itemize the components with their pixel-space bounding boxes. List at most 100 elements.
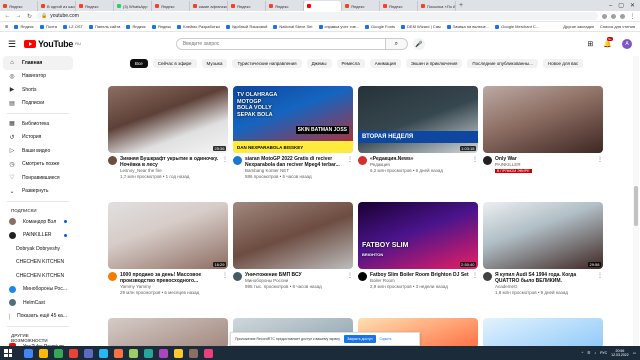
video-card[interactable]: Уничтожение БМП ВСУ Минобороны России 995 … xyxy=(233,202,353,290)
video-title[interactable]: Зимняя Бушкрафт укрытие в одиночку. Ночё… xyxy=(120,156,219,168)
more-actions-icon[interactable]: ⋮ xyxy=(347,156,353,180)
more-actions-icon[interactable]: ⋮ xyxy=(222,272,228,296)
back-icon[interactable]: ← xyxy=(4,13,11,19)
extension-icon[interactable] xyxy=(602,13,607,19)
taskbar-app-icon[interactable] xyxy=(114,348,123,358)
sidebar-item[interactable]: ↺ История xyxy=(3,131,73,145)
subscription-item[interactable]: Показать ещё 45 ка... xyxy=(3,310,73,324)
video-card[interactable]: 25:36 Зимняя Бушкрафт укрытие в одиночку.… xyxy=(108,86,228,180)
minimize-icon[interactable]: – xyxy=(609,3,612,9)
microphone-icon[interactable]: 🎤 xyxy=(412,38,425,50)
forward-icon[interactable]: → xyxy=(15,13,22,19)
more-actions-icon[interactable]: ⋮ xyxy=(597,156,603,174)
video-thumbnail[interactable]: TV OLAHRAGA MOTOGP BOLA VOLLY SEPAK BOLA SKI… xyxy=(233,86,353,153)
video-thumbnail[interactable] xyxy=(233,202,353,269)
bookmark-item[interactable]: Яндекс xyxy=(126,24,146,29)
taskbar-app-icon[interactable] xyxy=(189,348,198,358)
bookmark-item[interactable]: LZ.OST xyxy=(62,24,83,29)
bookmark-item[interactable]: Удобный Языковой xyxy=(225,24,267,29)
bookmark-folder[interactable]: Список для чтения xyxy=(600,24,635,29)
bookmark-item[interactable]: National Steve Set xyxy=(273,24,313,29)
filter-chip[interactable]: Ремесла xyxy=(336,58,365,68)
search-input[interactable] xyxy=(175,38,386,50)
channel-avatar[interactable] xyxy=(108,156,117,165)
notifications-bell-icon[interactable]: 🔔 9+ xyxy=(603,37,613,48)
sidebar-item[interactable]: ▷ Ваши видео xyxy=(3,144,73,158)
video-title[interactable]: siaran MotoGP 2022 Gratis di reciver Nex… xyxy=(245,156,344,168)
sidebar-item[interactable]: ▤ Подписки xyxy=(3,97,73,111)
language-indicator[interactable]: РУС xyxy=(600,351,607,355)
channel-avatar[interactable] xyxy=(358,272,367,281)
taskbar-app-icon[interactable] xyxy=(54,348,63,358)
browser-tab[interactable]: Яндекс xyxy=(228,1,266,11)
more-actions-icon[interactable]: ⋮ xyxy=(347,272,353,290)
browser-tab[interactable]: В одной из школ Ярославской xyxy=(38,1,76,11)
more-actions-icon[interactable]: ⋮ xyxy=(222,156,228,180)
video-card[interactable]: FATBOY SLIM BRIGHTON 2:50:40 Fatboy Slim Bo… xyxy=(358,202,478,290)
extension-icon[interactable] xyxy=(611,13,616,19)
hamburger-menu-icon[interactable]: ☰ xyxy=(8,39,20,50)
channel-avatar[interactable] xyxy=(483,272,492,281)
browser-tab[interactable]: Яндекс xyxy=(0,1,38,11)
video-thumbnail[interactable] xyxy=(483,318,603,348)
video-thumbnail[interactable]: FATBOY SLIM BRIGHTON 2:50:40 xyxy=(358,202,478,269)
filter-chip[interactable]: Туристические направления xyxy=(232,58,302,68)
video-thumbnail[interactable]: 16:29 xyxy=(108,202,228,269)
browser-tab[interactable]: Посылка «По АРВ» — Gebirke xyxy=(418,1,456,11)
filter-chip[interactable]: Последние опубликованны... xyxy=(467,58,538,68)
browser-tab[interactable]: Яндекс xyxy=(342,1,380,11)
taskbar-app-icon[interactable] xyxy=(99,348,108,358)
subscription-item[interactable]: Dobryak Dobryeshy xyxy=(3,242,73,256)
sidebar-item[interactable]: ▦ Библиотека xyxy=(3,117,73,131)
subscription-item[interactable]: Минобороны Рос... xyxy=(3,283,73,297)
browser-tab[interactable]: Яндекс xyxy=(152,1,190,11)
new-tab-icon[interactable]: + xyxy=(456,1,466,11)
subscription-item[interactable]: CHECHEN KITCHEN xyxy=(3,269,73,283)
create-video-icon[interactable]: ⊞ xyxy=(587,40,593,48)
bookmark-item[interactable]: Панель сайта xyxy=(88,24,120,29)
filter-chip[interactable]: Музыка xyxy=(201,58,228,68)
menu-icon[interactable]: ⋮ xyxy=(629,13,636,20)
filter-chip[interactable]: Экшен и приключения xyxy=(405,58,463,68)
close-icon[interactable]: ✕ xyxy=(630,2,635,9)
sidebar-item[interactable]: ⌄ Развернуть xyxy=(3,185,73,199)
bookmark-item[interactable]: Заявка на включе... xyxy=(446,24,489,29)
taskbar-app-icon[interactable] xyxy=(84,348,93,358)
bookmark-item[interactable]: Google Fonts xyxy=(365,24,395,29)
sidebar-item[interactable]: ▶ Shorts xyxy=(3,83,73,97)
more-actions-icon[interactable]: ⋮ xyxy=(472,272,478,290)
youtube-logo[interactable]: YouTube RU xyxy=(24,39,81,49)
taskbar-app-icon[interactable] xyxy=(69,348,78,358)
filter-chip[interactable]: Все xyxy=(130,58,148,68)
taskbar-app-icon[interactable] xyxy=(144,348,153,358)
bookmark-item[interactable]: Google Merchant C... xyxy=(495,24,539,29)
video-card[interactable]: TV OLAHRAGA MOTOGP BOLA VOLLY SEPAK BOLA SKI… xyxy=(233,86,353,180)
bookmark-item[interactable]: Яндекс xyxy=(14,24,34,29)
stop-sharing-button[interactable]: Закрыть доступ xyxy=(344,335,376,343)
search-button[interactable]: ⌕ xyxy=(385,38,408,50)
video-card[interactable]: 16:29 1000 продано за день! Массовое прои… xyxy=(108,202,228,296)
sidebar-item[interactable]: ◎ Навигатор xyxy=(3,70,73,84)
video-thumbnail[interactable]: 25:36 xyxy=(108,86,228,153)
taskbar-app-icon[interactable] xyxy=(39,348,48,358)
taskbar-app-icon[interactable] xyxy=(24,348,33,358)
more-actions-icon[interactable]: ⋮ xyxy=(472,156,478,174)
network-icon[interactable]: ☰ xyxy=(587,351,590,355)
video-thumbnail[interactable]: 29:58 xyxy=(483,202,603,269)
filter-chip[interactable]: Новое для вас xyxy=(542,58,584,68)
url-field[interactable]: 🔒 youtube.com xyxy=(37,12,598,20)
subscription-item[interactable]: Командор Вэл xyxy=(3,215,73,229)
hide-button[interactable]: Скрыть xyxy=(380,337,392,341)
video-title[interactable]: Я купил Audi S4 1994 года. Когда QUATTRO… xyxy=(495,272,594,284)
volume-icon[interactable]: ♪ xyxy=(594,351,596,355)
subscription-item[interactable]: PAINKILLER xyxy=(3,229,73,243)
video-card[interactable]: Only War PAINKILLER В ПРЯМОМ ЭФИРЕ ⋮ xyxy=(483,86,603,174)
subscription-item[interactable]: CHECHEN KITCHEN xyxy=(3,256,73,270)
browser-tab[interactable]: Яндекс xyxy=(380,1,418,11)
browser-tab[interactable]: какие афганской 300 купить xyxy=(190,1,228,11)
video-card[interactable]: ВТОРАЯ НЕДЕЛЯ 1:03:18 «Редакция.News» Редак… xyxy=(358,86,478,174)
filter-chip[interactable]: Джемы xyxy=(306,58,332,68)
browser-tab[interactable]: Яндекс xyxy=(266,1,304,11)
bookmark-item[interactable]: Почта xyxy=(39,24,57,29)
sidebar-item[interactable]: ⌂ Главная xyxy=(3,56,73,70)
